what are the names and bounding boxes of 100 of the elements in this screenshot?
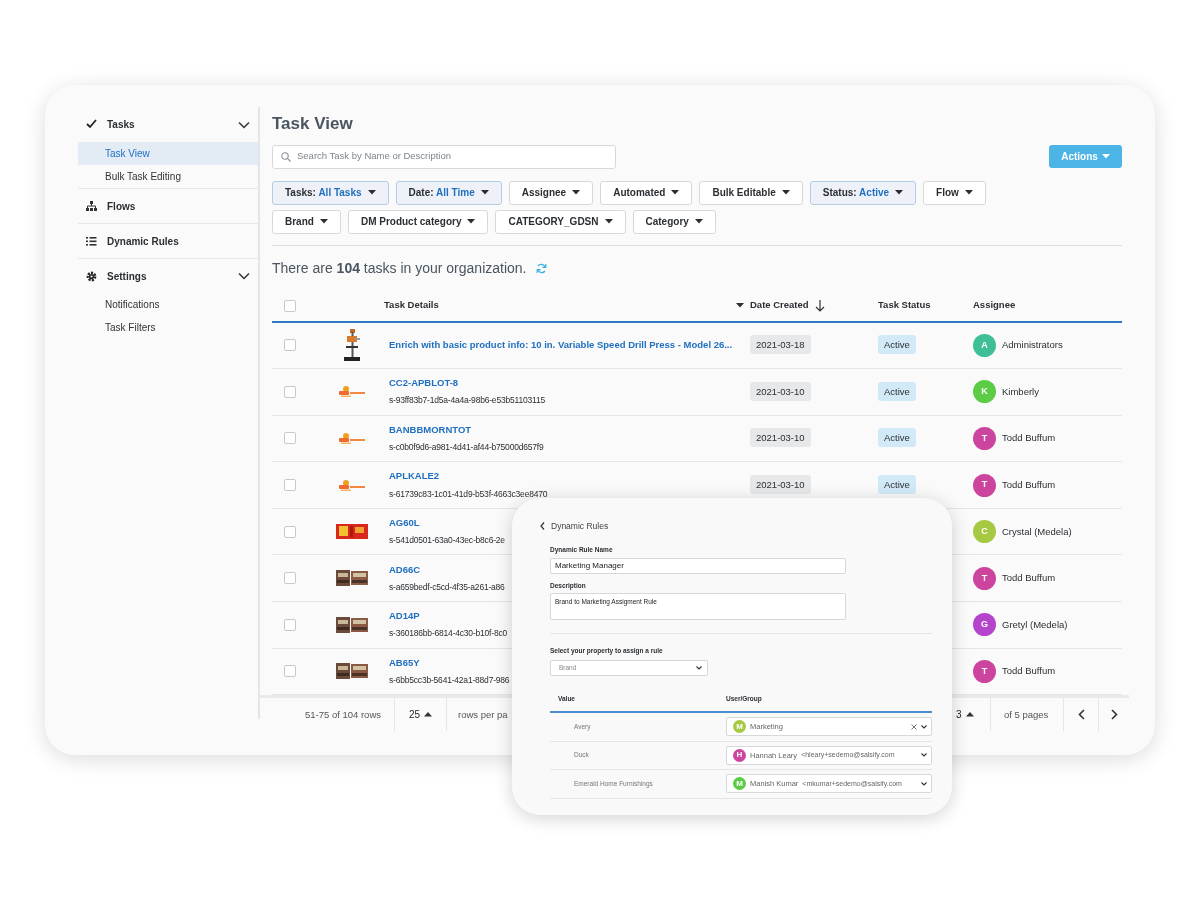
checkbox[interactable] [284,525,296,538]
page-dropdown[interactable]: 3 [955,706,975,724]
task-link[interactable]: CC2-APBLOT-8 [389,376,459,391]
checkbox[interactable] [284,385,296,398]
avatar: H [733,748,746,762]
check-icon [86,119,97,130]
chevron-down-icon[interactable] [921,753,927,758]
filter-dropdown[interactable]: Flow [923,180,986,205]
assignee-name: Todd Buffum [1002,664,1056,679]
task-id: s-61739c83-1c01-41d9-b53f-4663c3ee8470 [389,487,548,501]
column-header: Assignee [973,298,1016,313]
caret-icon [480,190,489,195]
date-pill: 2021-03-10 [750,474,811,494]
caret-icon [1101,154,1110,159]
status-badge: Active [878,335,916,355]
chevron-down-icon[interactable] [921,781,927,786]
caret-up-icon [424,712,433,718]
column-header[interactable]: Date Created [750,298,809,313]
task-link[interactable]: AD14P [389,609,420,624]
status-badge: Active [878,474,916,494]
date-pill: 2021-03-10 [750,428,811,448]
filter-dropdown[interactable]: Bulk Editable [699,180,803,205]
checkbox[interactable] [284,339,296,352]
checkbox[interactable] [284,618,296,631]
caret-icon [781,190,790,195]
refresh-icon[interactable] [536,262,548,274]
status-badge: Active [878,381,916,401]
avatar: T [973,427,996,450]
nav-item[interactable]: Settings [107,268,228,284]
checkbox[interactable] [284,572,296,585]
gear-icon [86,270,97,282]
assignee-name: Kimberly [1002,384,1039,399]
task-link[interactable]: APLKALE2 [389,469,440,484]
sort-arrow-icon[interactable] [814,299,825,312]
nav-item[interactable]: Flows [107,198,250,214]
search-field[interactable]: Search Task by Name or Description [297,149,607,164]
assignee-name: Gretyl (Medela) [1002,617,1068,632]
task-link[interactable]: AG60L [389,515,420,531]
date-pill: 2021-03-10 [750,381,811,401]
filter-dropdown[interactable]: Brand [272,209,341,234]
filter-dropdown[interactable]: Status: Active [809,180,917,205]
filter-dropdown[interactable]: Tasks: All Tasks [272,180,389,205]
chevron-down-icon [696,666,702,670]
checkbox[interactable] [284,432,296,445]
avatar: T [973,659,996,683]
nav-subitem[interactable]: Task Filters [78,316,258,339]
task-id: s-541d0501-63a0-43ec-b8c6-2e [389,534,505,547]
nav-subitem[interactable]: Task View [78,142,258,165]
assignee-name: Todd Buffum [1002,431,1056,446]
task-id: s-360186bb-6814-4c30-b10f-8c0 [389,627,507,641]
caret-icon [604,219,613,224]
back-link[interactable]: Dynamic Rules [540,520,932,533]
rows-per-page-label: rows per pa [458,707,508,722]
avatar: M [733,777,746,791]
per-page-dropdown[interactable]: 25 [408,706,434,724]
task-id: s-c0b0f9d6-a981-4d41-af44-b75000d657f9 [389,441,544,454]
filter-dropdown[interactable]: CATEGORY_GDSN [495,209,626,234]
assignee-name: Crystal (Medela) [1002,524,1072,539]
caret-icon [964,190,973,195]
search-icon [281,151,291,162]
chevron-down-icon[interactable] [921,724,927,729]
filter-dropdown[interactable]: Automated [600,180,693,205]
select-all-checkbox[interactable] [284,299,296,312]
search-box[interactable]: Search Task by Name or Description [272,144,616,169]
filter-dropdown[interactable]: DM Product category [347,209,489,234]
filter-dropdown[interactable]: Assignee [508,180,594,205]
nav-item[interactable]: Tasks [107,117,228,132]
caret-icon[interactable] [736,303,744,308]
nav-subitem[interactable]: Notifications [78,293,258,316]
checkbox[interactable] [284,479,296,492]
task-link[interactable]: BANBBMORNTOT [389,422,472,437]
caret-icon [572,190,581,195]
task-id: s-93ff83b7-1d5a-4a4a-98b6-e53b51103115 [389,394,545,408]
clear-icon[interactable] [911,723,917,730]
chevron-down-icon[interactable] [238,272,250,280]
assignee-name: Administrators [1002,338,1063,353]
checkbox[interactable] [284,665,296,678]
task-id: s-a659bedf-c5cd-4f35-a261-a86 [389,580,505,594]
avatar: T [973,566,996,590]
summary-text: There are 104 tasks in your organization. [272,258,527,278]
caret-icon [895,190,904,195]
task-link[interactable]: Enrich with basic product info: 10 in. Variable Speed Drill Press - Model 26... [389,338,733,353]
next-page-icon[interactable] [1110,709,1118,721]
chevron-down-icon[interactable] [238,120,250,129]
filter-dropdown[interactable]: Category [632,209,716,234]
nav-subitem[interactable]: Bulk Task Editing [78,165,258,188]
task-link[interactable]: AD66C [389,562,421,577]
filter-dropdown[interactable]: Date: All Time [395,180,502,205]
chevron-left-icon[interactable] [540,522,545,531]
caret-icon [319,219,328,224]
caret-icon [694,219,703,224]
page-title: Task View [272,113,354,135]
nav-item[interactable]: Dynamic Rules [107,233,250,249]
status-badge: Active [878,428,916,448]
caret-icon [467,219,476,224]
avatar: C [973,520,996,544]
task-link[interactable]: AB65Y [389,655,420,670]
name-field[interactable]: Marketing Manager [550,557,846,574]
assignee-name: Todd Buffum [1002,571,1056,586]
previous-page-icon[interactable] [1077,709,1085,721]
